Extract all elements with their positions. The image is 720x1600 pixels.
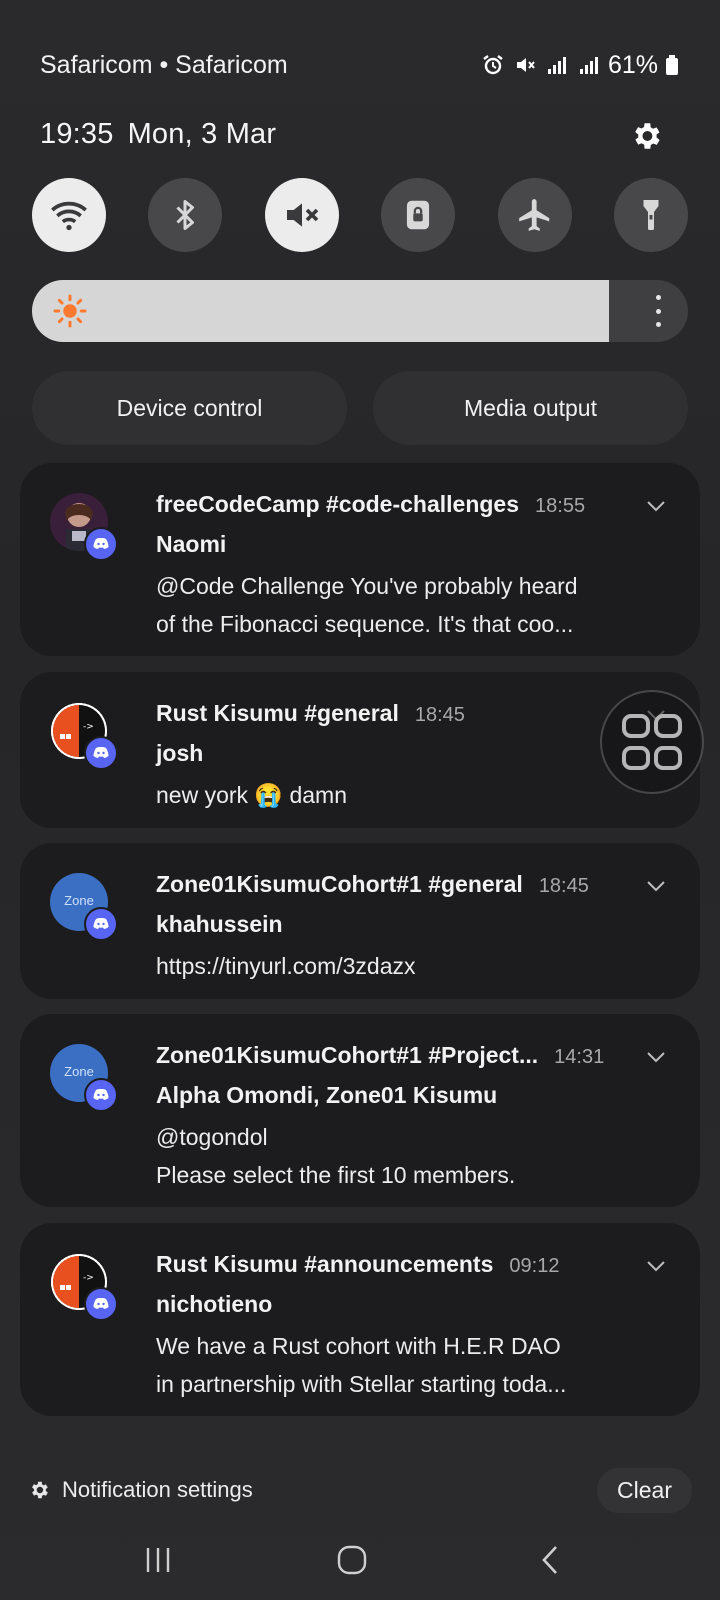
clock-time: 19:35 (40, 118, 114, 150)
notification-time: 14:31 (554, 1046, 605, 1068)
notification-sender: nichotieno (156, 1291, 273, 1317)
notification-title: Zone01KisumuCohort#1 #general (156, 871, 523, 897)
brightness-more-button[interactable] (652, 295, 664, 327)
notification-title: Rust Kisumu #announcements (156, 1251, 494, 1277)
navigation-bar (0, 1530, 720, 1590)
notification-sender: Alpha Omondi, Zone01 Kisumu (156, 1082, 498, 1108)
app-grid-icon (622, 714, 682, 770)
message-line: @togondol (156, 1124, 268, 1150)
signal-icon (544, 52, 570, 78)
control-pills: Device control Media output (32, 371, 688, 445)
notification-title: Zone01KisumuCohort#1 #Project... (156, 1042, 539, 1068)
chevron-down-icon[interactable] (646, 879, 666, 893)
chevron-down-icon[interactable] (646, 1050, 666, 1064)
flashlight-icon (643, 200, 659, 230)
discord-badge-icon (84, 527, 118, 561)
notification-title: freeCodeCamp #code-challenges (156, 491, 520, 517)
mute-icon (286, 203, 319, 227)
clear-button[interactable]: Clear (597, 1467, 692, 1513)
qs-wifi-toggle[interactable] (32, 178, 106, 252)
notification-card[interactable]: Zone Zone01KisumuCohort#1 #Project... 14… (20, 1014, 700, 1207)
notification-card[interactable]: -> Rust Kisumu #announcements 09:12 nich… (20, 1223, 700, 1416)
notification-footer: Notification settings Clear (28, 1467, 692, 1513)
message-line: We have a Rust cohort with H.E.R DAO (156, 1333, 561, 1359)
message-line: new york 😭 damn (156, 782, 347, 808)
brightness-fill (32, 280, 610, 342)
home-icon (337, 1545, 367, 1575)
status-icons: 61% (480, 51, 680, 80)
quick-settings-row (32, 178, 688, 254)
svg-text:->: -> (83, 1273, 94, 1283)
back-icon (542, 1546, 557, 1574)
battery-icon (664, 52, 680, 78)
notification-body: @Code Challenge You've probably heard of… (156, 567, 630, 643)
alarm-icon (480, 52, 506, 78)
avatar-text: Zone (64, 893, 94, 908)
qs-airplane-toggle[interactable] (497, 178, 572, 252)
notification-settings-link[interactable]: Notification settings (28, 1477, 253, 1503)
notification-body: We have a Rust cohort with H.E.R DAO in … (156, 1327, 630, 1403)
gear-icon (32, 1481, 48, 1499)
notification-time: 18:45 (414, 704, 465, 726)
status-bar: Safaricom • Safaricom 61% (40, 48, 680, 82)
discord-badge-icon (84, 1287, 118, 1321)
notification-card[interactable]: -> Rust Kisumu #general 18:45 josh new y… (20, 672, 700, 828)
device-control-button[interactable]: Device control (32, 371, 347, 445)
qs-sound-toggle[interactable] (264, 178, 339, 252)
qs-rotation-lock-toggle[interactable] (381, 178, 456, 252)
recents-icon (146, 1548, 170, 1572)
message-line: https://tinyurl.com/3zdazx (156, 953, 416, 979)
bluetooth-icon (176, 200, 195, 230)
avatar-text: Zone (64, 1064, 94, 1079)
notification-time: 18:55 (535, 495, 586, 517)
qs-flashlight-toggle[interactable] (613, 178, 688, 252)
mute-icon (512, 52, 538, 78)
clock-date: Mon, 3 Mar (127, 118, 277, 150)
notification-sender: Naomi (156, 531, 227, 557)
notification-sender: josh (156, 740, 204, 766)
notification-body: new york 😭 damn (156, 776, 630, 814)
notification-body: https://tinyurl.com/3zdazx (156, 947, 630, 985)
message-line: @Code Challenge You've probably heard (156, 573, 578, 599)
notification-settings-label: Notification settings (62, 1477, 253, 1502)
notification-card[interactable]: Zone Zone01KisumuCohort#1 #general 18:45… (20, 843, 700, 999)
media-output-button[interactable]: Media output (373, 371, 688, 445)
notification-time: 18:45 (538, 875, 589, 897)
airplane-icon (518, 199, 549, 231)
notification-body: @togondol Please select the first 10 mem… (156, 1118, 630, 1194)
qs-bluetooth-toggle[interactable] (148, 178, 223, 252)
sun-icon (53, 294, 87, 328)
message-line: in partnership with Stellar starting tod… (156, 1371, 567, 1397)
notification-time: 09:12 (509, 1255, 560, 1277)
battery-percent: 61% (607, 50, 658, 79)
home-button[interactable] (332, 1542, 372, 1578)
discord-badge-icon (84, 736, 118, 770)
brightness-slider[interactable] (32, 280, 688, 342)
discord-badge-icon (84, 907, 118, 941)
notification-sender: khahussein (156, 911, 283, 937)
notification-card[interactable]: freeCodeCamp #code-challenges 18:55 Naom… (20, 463, 700, 656)
floating-apps-button[interactable] (600, 690, 704, 794)
message-line: Please select the first 10 members. (156, 1162, 516, 1188)
recents-button[interactable] (138, 1542, 178, 1578)
discord-badge-icon (84, 1078, 118, 1112)
signal-icon (576, 52, 602, 78)
carrier-label: Safaricom • Safaricom (40, 50, 288, 79)
chevron-down-icon[interactable] (646, 1259, 666, 1273)
back-button[interactable] (530, 1542, 570, 1578)
settings-button[interactable] (626, 116, 666, 156)
wifi-icon (51, 201, 87, 231)
message-line: of the Fibonacci sequence. It's that coo… (156, 611, 574, 637)
lock-icon (407, 200, 430, 230)
gear-icon (635, 123, 660, 149)
notification-title: Rust Kisumu #general (156, 700, 399, 726)
svg-text:->: -> (83, 722, 94, 732)
chevron-down-icon[interactable] (646, 499, 666, 513)
date-time: 19:35 Mon, 3 Mar (40, 118, 276, 151)
